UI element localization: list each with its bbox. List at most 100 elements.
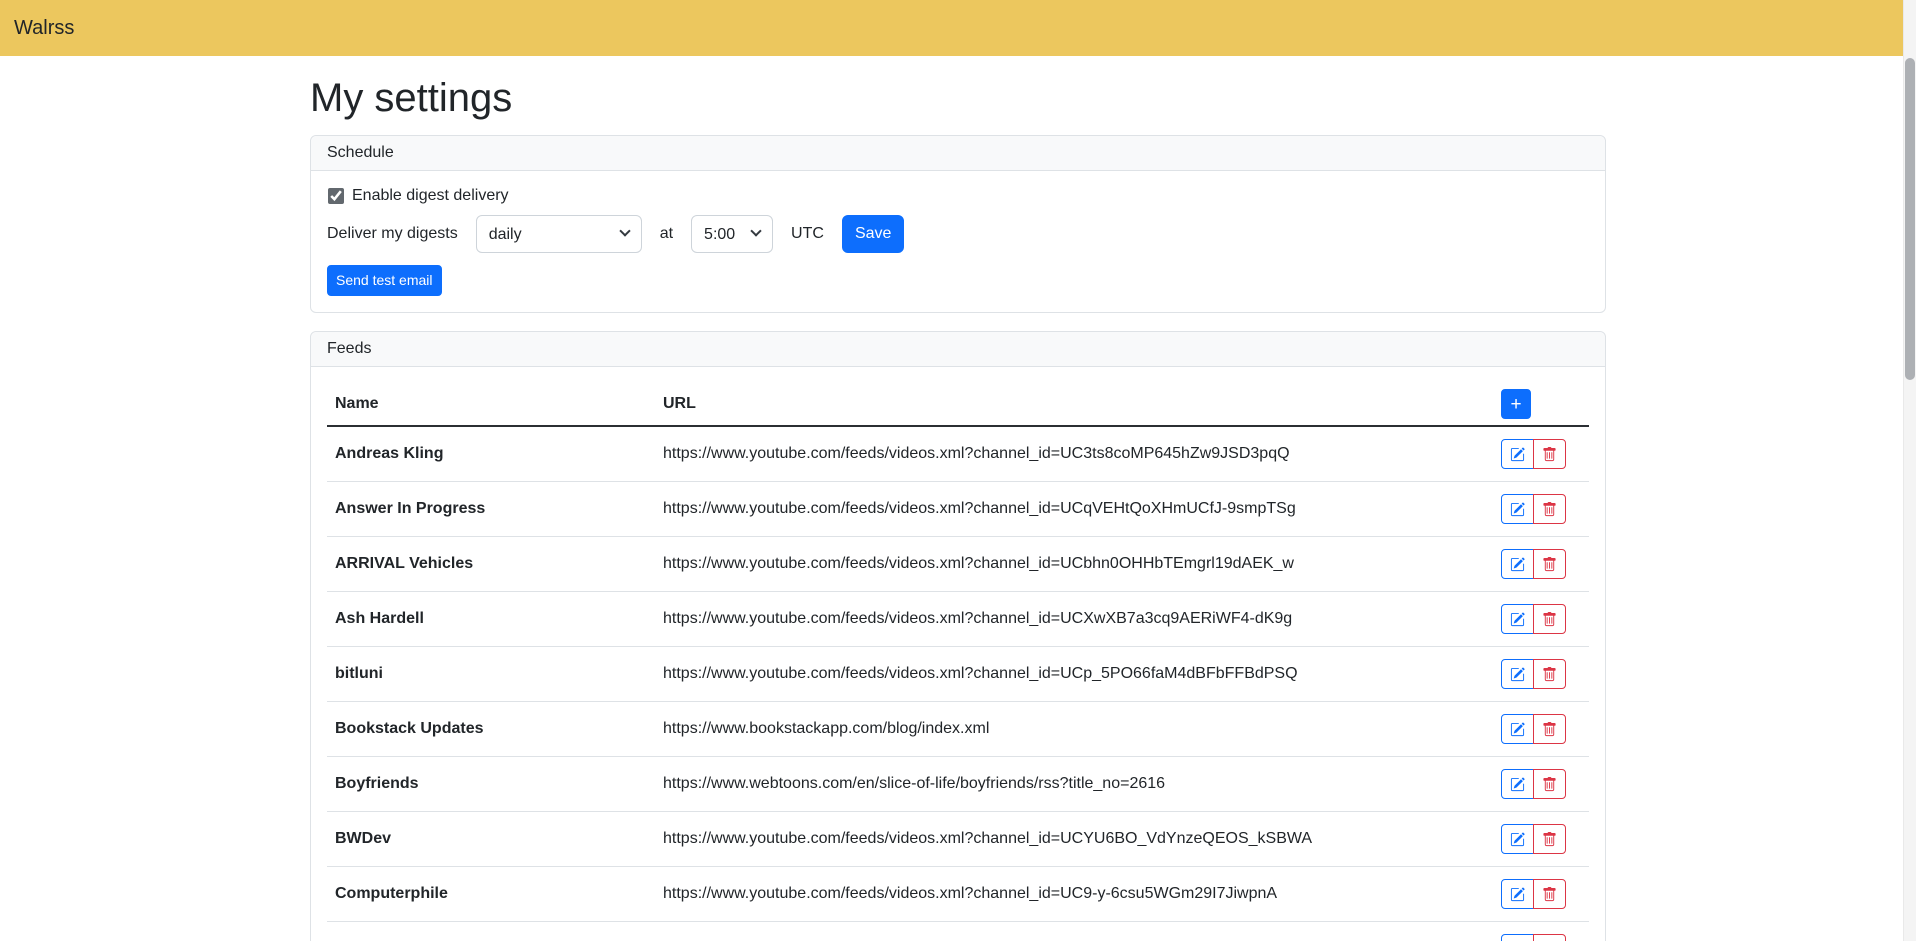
feed-url: https://www.bookstackapp.com/blog/index.… (655, 702, 1493, 757)
feed-actions (1493, 537, 1589, 592)
feed-row: Answer In Progress https://www.youtube.c… (327, 482, 1589, 537)
feed-name: Bookstack Updates (327, 702, 655, 757)
feed-actions (1493, 592, 1589, 647)
schedule-card-body: Enable digest delivery Deliver my digest… (311, 171, 1605, 312)
feed-url: https://www.youtube.com/feeds/videos.xml… (655, 647, 1493, 702)
edit-feed-button[interactable] (1501, 879, 1534, 909)
feed-url: https://www.youtube.com/feeds/videos.xml… (655, 426, 1493, 482)
edit-feed-button[interactable] (1501, 494, 1534, 524)
frequency-select-wrap: daily (476, 215, 642, 253)
delete-feed-button[interactable] (1533, 714, 1566, 744)
trash-icon (1542, 832, 1557, 847)
delete-feed-button[interactable] (1533, 769, 1566, 799)
column-header-url: URL (655, 383, 1493, 426)
feed-url: https://www.youtube.com/feeds/videos.xml… (655, 537, 1493, 592)
edit-feed-button[interactable] (1501, 549, 1534, 579)
edit-feed-button[interactable] (1501, 769, 1534, 799)
save-button[interactable]: Save (842, 215, 904, 253)
edit-feed-button[interactable] (1501, 439, 1534, 469)
enable-digest-label[interactable]: Enable digest delivery (352, 187, 509, 205)
feeds-card-body: Name URL + Andreas Kling https://www.you… (311, 367, 1605, 941)
frequency-select[interactable]: daily (476, 215, 642, 253)
trash-icon (1542, 722, 1557, 737)
trash-icon (1542, 667, 1557, 682)
feed-name: BWDev (327, 812, 655, 867)
feed-name: ARRIVAL Vehicles (327, 537, 655, 592)
schedule-card: Schedule Enable digest delivery Deliver … (310, 135, 1606, 313)
navbar-brand[interactable]: Walrss (14, 17, 74, 40)
pencil-square-icon (1510, 777, 1525, 792)
delete-feed-button[interactable] (1533, 659, 1566, 689)
schedule-card-header: Schedule (311, 136, 1605, 171)
delete-feed-button[interactable] (1533, 604, 1566, 634)
trash-icon (1542, 777, 1557, 792)
trash-icon (1542, 447, 1557, 462)
enable-digest-checkbox[interactable] (328, 188, 344, 204)
delete-feed-button[interactable] (1533, 439, 1566, 469)
feed-name: Andreas Kling (327, 426, 655, 482)
feed-row: ARRIVAL Vehicles https://www.youtube.com… (327, 537, 1589, 592)
feed-row: BWDev https://www.youtube.com/feeds/vide… (327, 812, 1589, 867)
feed-actions (1493, 702, 1589, 757)
page: Walrss My settings Schedule Enable diges… (0, 0, 1916, 941)
feed-url: https://www.webtoons.com/en/slice-of-lif… (655, 757, 1493, 812)
feed-url: https://www.youtube.com/feeds/videos.xml… (655, 482, 1493, 537)
scrollbar[interactable] (1903, 0, 1916, 941)
feeds-table-body: Andreas Kling https://www.youtube.com/fe… (327, 426, 1589, 941)
feed-row: Boyfriends https://www.webtoons.com/en/s… (327, 757, 1589, 812)
delete-feed-button[interactable] (1533, 549, 1566, 579)
add-feed-button[interactable]: + (1501, 389, 1531, 419)
feed-row: bitluni https://www.youtube.com/feeds/vi… (327, 647, 1589, 702)
feeds-table-head: Name URL + (327, 383, 1589, 426)
time-select[interactable]: 5:00 (691, 215, 773, 253)
time-select-wrap: 5:00 (691, 215, 773, 253)
feed-actions-group (1501, 879, 1566, 909)
feed-name: Boyfriends (327, 757, 655, 812)
column-header-name: Name (327, 383, 655, 426)
pencil-square-icon (1510, 612, 1525, 627)
feed-url: https://www.youtube.com/feeds/videos.xml… (655, 812, 1493, 867)
edit-feed-button[interactable] (1501, 934, 1534, 941)
feed-actions (1493, 922, 1589, 941)
feed-actions-group (1501, 714, 1566, 744)
scrollbar-thumb[interactable] (1905, 58, 1915, 380)
delete-feed-button[interactable] (1533, 494, 1566, 524)
feeds-card-header: Feeds (311, 332, 1605, 367)
delete-feed-button[interactable] (1533, 879, 1566, 909)
trash-icon (1542, 612, 1557, 627)
feed-row: Computerphile https://www.youtube.com/fe… (327, 867, 1589, 922)
delete-feed-button[interactable] (1533, 824, 1566, 854)
pencil-square-icon (1510, 887, 1525, 902)
feed-row: Andreas Kling https://www.youtube.com/fe… (327, 426, 1589, 482)
feed-actions-group (1501, 604, 1566, 634)
feed-actions-group (1501, 549, 1566, 579)
feed-row: Ash Hardell https://www.youtube.com/feed… (327, 592, 1589, 647)
feed-url: https://www.youtube.com/feeds/videos.xml… (655, 867, 1493, 922)
feed-name: Ash Hardell (327, 592, 655, 647)
delete-feed-button[interactable] (1533, 934, 1566, 941)
feed-actions (1493, 426, 1589, 482)
feed-actions-group (1501, 659, 1566, 689)
trash-icon (1542, 502, 1557, 517)
feed-name: Fireship (327, 922, 655, 941)
navbar: Walrss (0, 0, 1916, 56)
feed-actions-group (1501, 769, 1566, 799)
main-content: My settings Schedule Enable digest deliv… (298, 76, 1618, 941)
send-test-email-button[interactable]: Send test email (327, 265, 442, 296)
trash-icon (1542, 887, 1557, 902)
digest-schedule-row: Deliver my digests daily at 5:00 (327, 215, 1589, 253)
edit-feed-button[interactable] (1501, 714, 1534, 744)
feed-actions (1493, 757, 1589, 812)
pencil-square-icon (1510, 667, 1525, 682)
feed-name: bitluni (327, 647, 655, 702)
feed-actions (1493, 812, 1589, 867)
feed-actions (1493, 647, 1589, 702)
feed-actions-group (1501, 824, 1566, 854)
edit-feed-button[interactable] (1501, 659, 1534, 689)
edit-feed-button[interactable] (1501, 824, 1534, 854)
feed-actions-group (1501, 494, 1566, 524)
pencil-square-icon (1510, 502, 1525, 517)
feed-url: https://www.youtube.com/feeds/videos.xml… (655, 922, 1493, 941)
edit-feed-button[interactable] (1501, 604, 1534, 634)
trash-icon (1542, 557, 1557, 572)
